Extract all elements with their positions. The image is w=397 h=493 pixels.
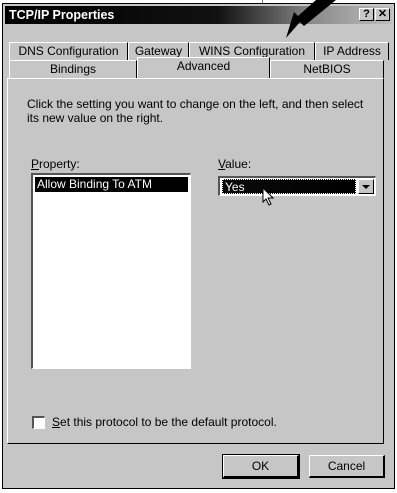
default-protocol-label: Set this protocol to be the default prot… [52,415,277,429]
tab-dns-configuration[interactable]: DNS Configuration [9,42,128,60]
chevron-down-icon [362,185,370,189]
value-selected[interactable]: Yes [222,179,356,194]
property-label-mnemonic: P [31,157,40,171]
close-button[interactable]: ✕ [375,8,390,21]
default-protocol-checkbox[interactable] [32,416,45,429]
tab-netbios[interactable]: NetBIOS [270,60,384,78]
value-dropdown[interactable]: Yes [218,176,376,196]
help-button[interactable]: ? [359,8,374,21]
value-label: Value: [218,157,251,171]
mouse-cursor-icon [262,186,276,210]
callout-arrow-icon [270,0,336,38]
ok-button[interactable]: OK [222,454,300,479]
tab-bindings[interactable]: Bindings [9,60,137,78]
cancel-button[interactable]: Cancel [309,455,385,478]
checkbox-mnemonic: S [52,415,61,429]
tab-ip-address[interactable]: IP Address [315,42,389,60]
property-listbox[interactable]: Allow Binding To ATM [31,173,191,369]
window-title: TCP/IP Properties [9,8,115,22]
value-label-text: alue: [225,157,252,171]
instructions-text: Click the setting you want to change on … [27,97,364,125]
list-item[interactable]: Allow Binding To ATM [35,177,188,192]
property-label: Property: [31,157,80,171]
property-label-text: roperty: [39,157,80,171]
checkbox-label-text: et this protocol to be the default proto… [60,415,277,429]
dropdown-button[interactable] [358,179,374,194]
tab-advanced[interactable]: Advanced [137,57,270,78]
